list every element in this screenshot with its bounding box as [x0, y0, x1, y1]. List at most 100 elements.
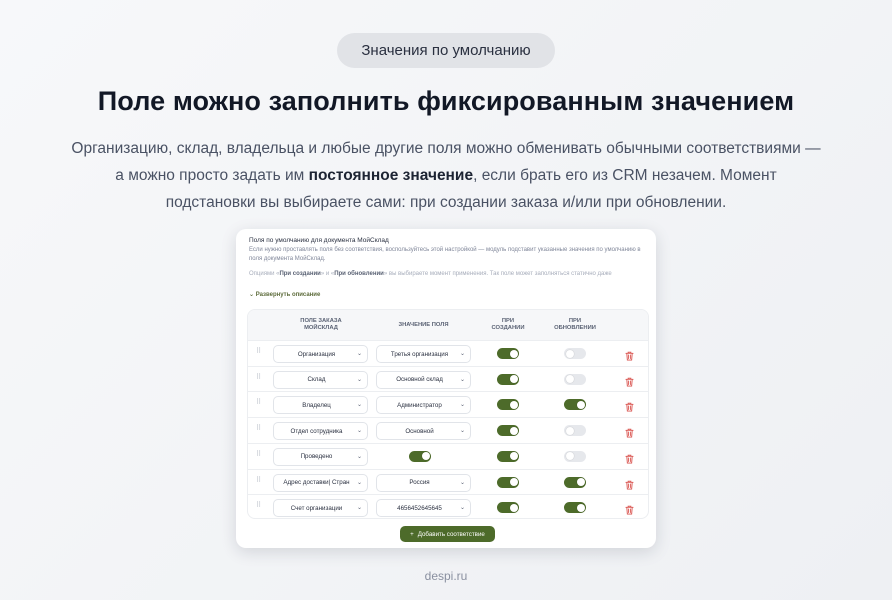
field-select-label: Адрес доставки| Стран [283, 479, 350, 486]
page-title: Поле можно заполнить фиксированным значе… [97, 86, 795, 116]
table-row: ⠿ Проведено ⌄ [248, 442, 648, 469]
chevron-down-icon: ⌄ [459, 376, 465, 383]
create-toggle[interactable] [497, 348, 519, 359]
value-select-label: Администратор [397, 401, 442, 409]
table-row: ⠿ Склад ⌄ Основной склад ⌄ [248, 365, 648, 392]
chevron-down-icon: ⌄ [459, 402, 465, 409]
value-select-label: Россия [409, 479, 430, 486]
chevron-down-icon: ⌄ [356, 402, 362, 409]
value-select-label: 4656452645645 [397, 504, 442, 512]
trash-icon[interactable] [625, 451, 634, 464]
update-toggle[interactable] [564, 425, 586, 437]
update-toggle[interactable] [564, 476, 586, 488]
chevron-down-icon: ⌄ [459, 479, 465, 486]
chevron-down-icon: ⌄ [356, 428, 362, 435]
field-select[interactable]: Склад ⌄ [273, 370, 368, 389]
value-select[interactable]: Администратор ⌄ [376, 396, 471, 415]
chevron-down-icon: ⌄ [356, 505, 362, 512]
field-select[interactable]: Проведено ⌄ [273, 447, 368, 466]
field-select-label: Отдел сотрудника [290, 427, 343, 435]
lead-bold: постоянное значение [308, 167, 474, 184]
field-select-label: Счет организации [290, 504, 343, 512]
drag-handle-icon[interactable]: ⠿ [256, 450, 261, 458]
field-select-label: Владелец [302, 401, 331, 409]
drag-handle-icon[interactable]: ⠿ [256, 501, 261, 509]
card-title: Поля по умолчанию для документа МойСклад [249, 237, 389, 244]
field-select-label: Проведено [300, 453, 333, 461]
value-select[interactable]: Основной склад ⌄ [376, 370, 471, 389]
drag-handle-icon[interactable]: ⠿ [256, 347, 261, 355]
table-row: ⠿ Отдел сотрудника ⌄ Основной ⌄ [248, 417, 648, 443]
expand-description-link[interactable]: ⌄ Развернуть описание [249, 291, 320, 298]
drag-handle-icon[interactable]: ⠿ [256, 424, 261, 432]
chevron-down-icon: ⌄ [356, 453, 362, 460]
field-select[interactable]: Счет организации ⌄ [273, 499, 368, 518]
header-value: ЗНАЧЕНИЕ ПОЛЯ [398, 322, 449, 328]
chevron-down-icon: ⌄ [459, 351, 465, 357]
update-toggle[interactable] [564, 348, 586, 359]
drag-handle-icon[interactable]: ⠿ [256, 373, 261, 381]
chevron-down-icon: ⌄ [249, 292, 255, 298]
drag-handle-icon[interactable]: ⠿ [256, 398, 261, 406]
chevron-down-icon: ⌄ [356, 351, 362, 357]
update-toggle[interactable] [564, 373, 586, 385]
trash-icon[interactable] [625, 425, 634, 438]
opts-create: При создании [279, 271, 321, 277]
footer-domain: despi.ru [424, 569, 468, 583]
value-select[interactable]: Третья организация ⌄ [376, 345, 471, 363]
header-field: ПОЛЕ ЗАКАЗА МОЙСКЛАД [300, 318, 342, 331]
chevron-down-icon: ⌄ [356, 376, 362, 383]
create-toggle[interactable] [497, 373, 519, 385]
section-badge: Значения по умолчанию [337, 33, 555, 68]
expand-label: Развернуть описание [255, 292, 321, 298]
opts-mid: » и « [320, 271, 335, 277]
value-select[interactable]: Основной ⌄ [376, 422, 471, 441]
create-toggle[interactable] [497, 476, 519, 488]
card-options-note: Опциями «При создании» и «При обновлении… [249, 270, 649, 279]
opts-suffix: » вы выбираете момент применения. Так по… [383, 271, 612, 277]
table-row: ⠿ Адрес доставки| Стран ⌄ Россия ⌄ [248, 468, 648, 495]
value-select-label: Третья организация [390, 350, 449, 358]
field-select-label: Организация [297, 350, 336, 358]
trash-icon[interactable] [625, 348, 634, 361]
update-toggle[interactable] [564, 450, 586, 462]
field-select-label: Склад [307, 376, 326, 384]
trash-icon[interactable] [625, 477, 634, 489]
field-select[interactable]: Адрес доставки| Стран ⌄ [273, 473, 368, 492]
table-row: ⠿ Владелец ⌄ Администратор ⌄ [248, 391, 648, 417]
value-select[interactable]: Россия ⌄ [376, 473, 471, 492]
header-update: ПРИ ОБНОВЛЕНИИ [554, 318, 596, 331]
opts-update: При обновлении [334, 271, 384, 277]
value-select[interactable]: 4656452645645 ⌄ [376, 499, 471, 518]
chevron-down-icon: ⌄ [459, 428, 465, 435]
add-mapping-button[interactable]: + Добавить соответствие [400, 526, 495, 542]
drag-handle-icon[interactable]: ⠿ [256, 476, 261, 484]
trash-icon[interactable] [625, 374, 634, 387]
field-select[interactable]: Организация ⌄ [273, 345, 368, 363]
defaults-table: ПОЛЕ ЗАКАЗА МОЙСКЛАД ЗНАЧЕНИЕ ПОЛЯ ПРИ С… [247, 309, 649, 519]
create-toggle[interactable] [497, 450, 519, 462]
plus-icon: + [410, 530, 414, 538]
add-mapping-label: Добавить соответствие [417, 530, 485, 538]
opts-prefix: Опциями « [249, 271, 280, 277]
card-description: Если нужно проставлять поля без соответс… [249, 247, 641, 262]
lead-paragraph: Организацию, склад, владельца и любые др… [70, 135, 822, 216]
trash-icon[interactable] [625, 399, 634, 412]
chevron-down-icon: ⌄ [356, 479, 362, 486]
value-select-label: Основной [405, 427, 434, 435]
update-toggle[interactable] [564, 502, 586, 514]
create-toggle[interactable] [497, 502, 519, 514]
header-create: ПРИ СОЗДАНИИ [491, 318, 525, 331]
settings-card: Поля по умолчанию для документа МойСклад… [236, 229, 656, 548]
field-select[interactable]: Владелец ⌄ [273, 396, 368, 415]
trash-icon[interactable] [625, 502, 634, 515]
value-toggle[interactable] [409, 450, 431, 462]
field-select[interactable]: Отдел сотрудника ⌄ [273, 422, 368, 441]
chevron-down-icon: ⌄ [459, 505, 465, 512]
create-toggle[interactable] [497, 425, 519, 437]
value-select-label: Основной склад [396, 376, 443, 384]
table-header: ПОЛЕ ЗАКАЗА МОЙСКЛАД ЗНАЧЕНИЕ ПОЛЯ ПРИ С… [248, 310, 648, 340]
table-row: ⠿ Организация ⌄ Третья организация ⌄ [248, 340, 648, 366]
update-toggle[interactable] [564, 399, 586, 411]
create-toggle[interactable] [497, 399, 519, 411]
